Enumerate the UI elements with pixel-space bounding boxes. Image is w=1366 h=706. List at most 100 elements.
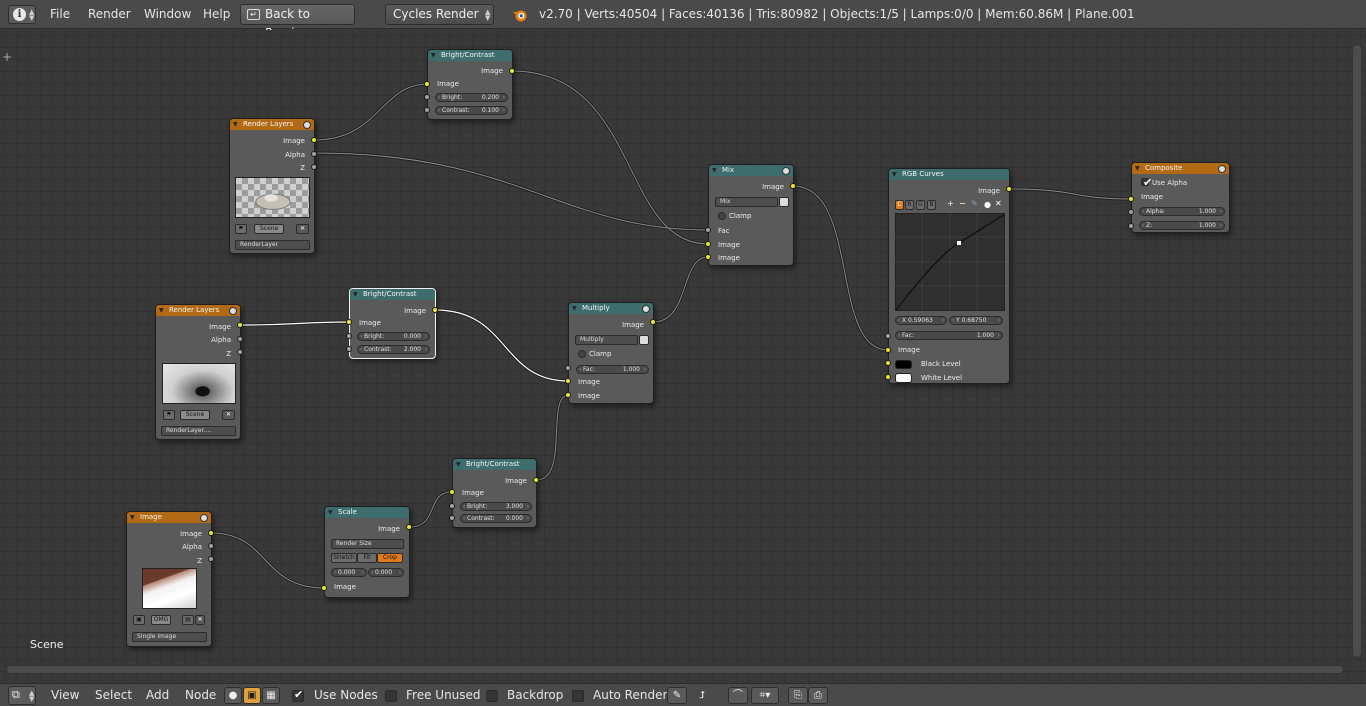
socket-input[interactable] <box>565 365 571 371</box>
zoom-out-icon[interactable]: − <box>959 199 966 208</box>
node-header[interactable]: Mix <box>709 165 793 176</box>
curve-y-field[interactable]: Y 0.68750 <box>949 316 1003 325</box>
node-bright-contrast-3[interactable]: Bright/Contrast Image Image Bright:3.000… <box>452 458 537 528</box>
node-bright-contrast-1[interactable]: Bright/Contrast Image Image Bright:0.200… <box>427 49 513 120</box>
alpha-field[interactable]: Alpha:1.000 <box>1139 207 1225 216</box>
channel-g-tab[interactable]: G <box>916 200 925 210</box>
socket-input[interactable] <box>1128 223 1134 229</box>
toolshelf-toggle-icon[interactable]: + <box>2 50 12 64</box>
socket-output[interactable] <box>311 151 317 157</box>
menu-file[interactable]: File <box>50 0 70 29</box>
gear-icon[interactable] <box>200 514 208 522</box>
socket-input[interactable] <box>705 227 711 233</box>
backdrop-checkbox[interactable] <box>486 690 498 702</box>
parent-tree-icon[interactable]: ⮥ <box>692 687 712 704</box>
compositing-nodes-icon[interactable]: ▣ <box>243 687 261 704</box>
back-to-previous-button[interactable]: ↵ Back to Previous <box>240 4 355 40</box>
fac-field[interactable]: Fac:1.000 <box>895 331 1003 340</box>
unlink-icon[interactable]: ✕ <box>222 410 235 420</box>
gear-icon[interactable] <box>782 167 790 175</box>
gear-icon[interactable] <box>303 121 311 129</box>
socket-input[interactable] <box>346 333 352 339</box>
node-header[interactable]: Image <box>127 512 211 523</box>
offset-x-field[interactable]: 0.000 <box>331 568 367 577</box>
node-multiply[interactable]: Multiply Image Multiply Clamp Fac:1.000 … <box>568 302 654 404</box>
socket-output[interactable] <box>208 530 214 536</box>
z-field[interactable]: Z:1.000 <box>1139 221 1225 230</box>
node-render-layers-1[interactable]: Render Layers Image Alpha Z ⚑ Scene ✕ Re… <box>229 118 315 254</box>
node-mix[interactable]: Mix Image Mix Clamp Fac Image Image <box>708 164 794 266</box>
socket-output[interactable] <box>208 543 214 549</box>
bright-field[interactable]: Bright:3.000 <box>460 502 532 511</box>
socket-input[interactable] <box>885 374 891 380</box>
node-header[interactable]: Bright/Contrast <box>428 50 512 61</box>
socket-output[interactable] <box>509 68 515 74</box>
image-name-field[interactable]: OMG <box>151 615 171 625</box>
socket-input[interactable] <box>705 254 711 260</box>
node-header[interactable]: RGB Curves <box>889 169 1009 180</box>
horizontal-scrollbar[interactable] <box>6 665 1344 674</box>
socket-output[interactable] <box>237 349 243 355</box>
offset-y-field[interactable]: 0.000 <box>368 568 404 577</box>
alpha-toggle-icon[interactable] <box>779 197 789 207</box>
socket-input[interactable] <box>1128 209 1134 215</box>
socket-output[interactable] <box>432 307 438 313</box>
render-layer-select[interactable]: RenderLayer.... <box>161 426 236 436</box>
socket-output[interactable] <box>208 556 214 562</box>
menu-render[interactable]: Render <box>88 0 131 29</box>
gear-icon[interactable] <box>1218 165 1226 173</box>
image-browse-icon[interactable]: ▣ <box>133 615 145 625</box>
fac-field[interactable]: Fac:1.000 <box>576 365 649 374</box>
socket-output[interactable] <box>311 164 317 170</box>
socket-input[interactable] <box>885 347 891 353</box>
socket-input[interactable] <box>449 503 455 509</box>
node-composite[interactable]: Composite Use Alpha Image Alpha:1.000 Z:… <box>1131 162 1230 233</box>
menu-add[interactable]: Add <box>146 684 169 706</box>
tools-wrench-icon[interactable]: ✎ <box>971 199 978 208</box>
pin-icon[interactable]: ✎ <box>667 687 687 704</box>
scene-field[interactable]: Scene <box>180 410 210 420</box>
socket-input[interactable] <box>565 392 571 398</box>
socket-input[interactable] <box>705 241 711 247</box>
channel-c-tab[interactable]: C <box>895 200 904 210</box>
socket-input[interactable] <box>1128 196 1134 202</box>
gear-icon[interactable] <box>642 305 650 313</box>
channel-r-tab[interactable]: R <box>905 200 914 210</box>
curve-x-field[interactable]: X 0.59063 <box>895 316 947 325</box>
auto-render-checkbox[interactable] <box>572 690 584 702</box>
node-bright-contrast-2[interactable]: Bright/Contrast Image Image Bright:0.000… <box>349 288 436 359</box>
delete-point-icon[interactable]: ✕ <box>995 199 1002 208</box>
texture-nodes-icon[interactable]: ▦ <box>262 687 280 704</box>
socket-output[interactable] <box>650 319 656 325</box>
node-header[interactable]: Bright/Contrast <box>350 289 435 300</box>
paste-nodes-icon[interactable]: ⎙ <box>808 687 828 704</box>
scene-browse-icon[interactable]: ⚑ <box>163 410 175 420</box>
alpha-toggle-icon[interactable] <box>639 335 649 345</box>
socket-output[interactable] <box>1006 186 1012 192</box>
node-header[interactable]: Render Layers <box>156 305 240 316</box>
node-scale[interactable]: Scale Image Render Size Stretch Fit Crop… <box>324 506 410 598</box>
node-header[interactable]: Scale <box>325 507 409 518</box>
scene-field[interactable]: Scene <box>254 224 284 234</box>
node-editor-area[interactable]: + Scene Bright/Contrast Image Image Brig… <box>0 30 1366 683</box>
node-image[interactable]: Image Image Alpha Z ▣ OMG ▤ ✕ Single Ima… <box>126 511 212 647</box>
node-header[interactable]: Bright/Contrast <box>453 459 536 470</box>
render-engine-select[interactable]: Cycles Render ▲ ▼ <box>385 4 494 25</box>
node-header[interactable]: Composite <box>1132 163 1229 174</box>
node-render-layers-2[interactable]: Render Layers Image Alpha Z ⚑ Scene ✕ Re… <box>155 304 241 440</box>
gear-icon[interactable] <box>229 307 237 315</box>
zoom-in-icon[interactable]: + <box>947 199 954 208</box>
socket-output[interactable] <box>237 336 243 342</box>
socket-input[interactable] <box>885 333 891 339</box>
socket-output[interactable] <box>533 477 539 483</box>
socket-output[interactable] <box>311 137 317 143</box>
curve-graph[interactable] <box>895 213 1005 311</box>
vertical-scrollbar[interactable] <box>1352 44 1362 658</box>
unlink-icon[interactable]: ✕ <box>195 615 205 625</box>
socket-input[interactable] <box>424 94 430 100</box>
node-header[interactable]: Multiply <box>569 303 653 314</box>
blend-mode-select[interactable]: Multiply <box>575 335 638 345</box>
scene-browse-icon[interactable]: ⚑ <box>235 224 247 234</box>
socket-input[interactable] <box>424 81 430 87</box>
editor-type-button[interactable]: ⧉ ▲ ▼ <box>8 686 36 705</box>
